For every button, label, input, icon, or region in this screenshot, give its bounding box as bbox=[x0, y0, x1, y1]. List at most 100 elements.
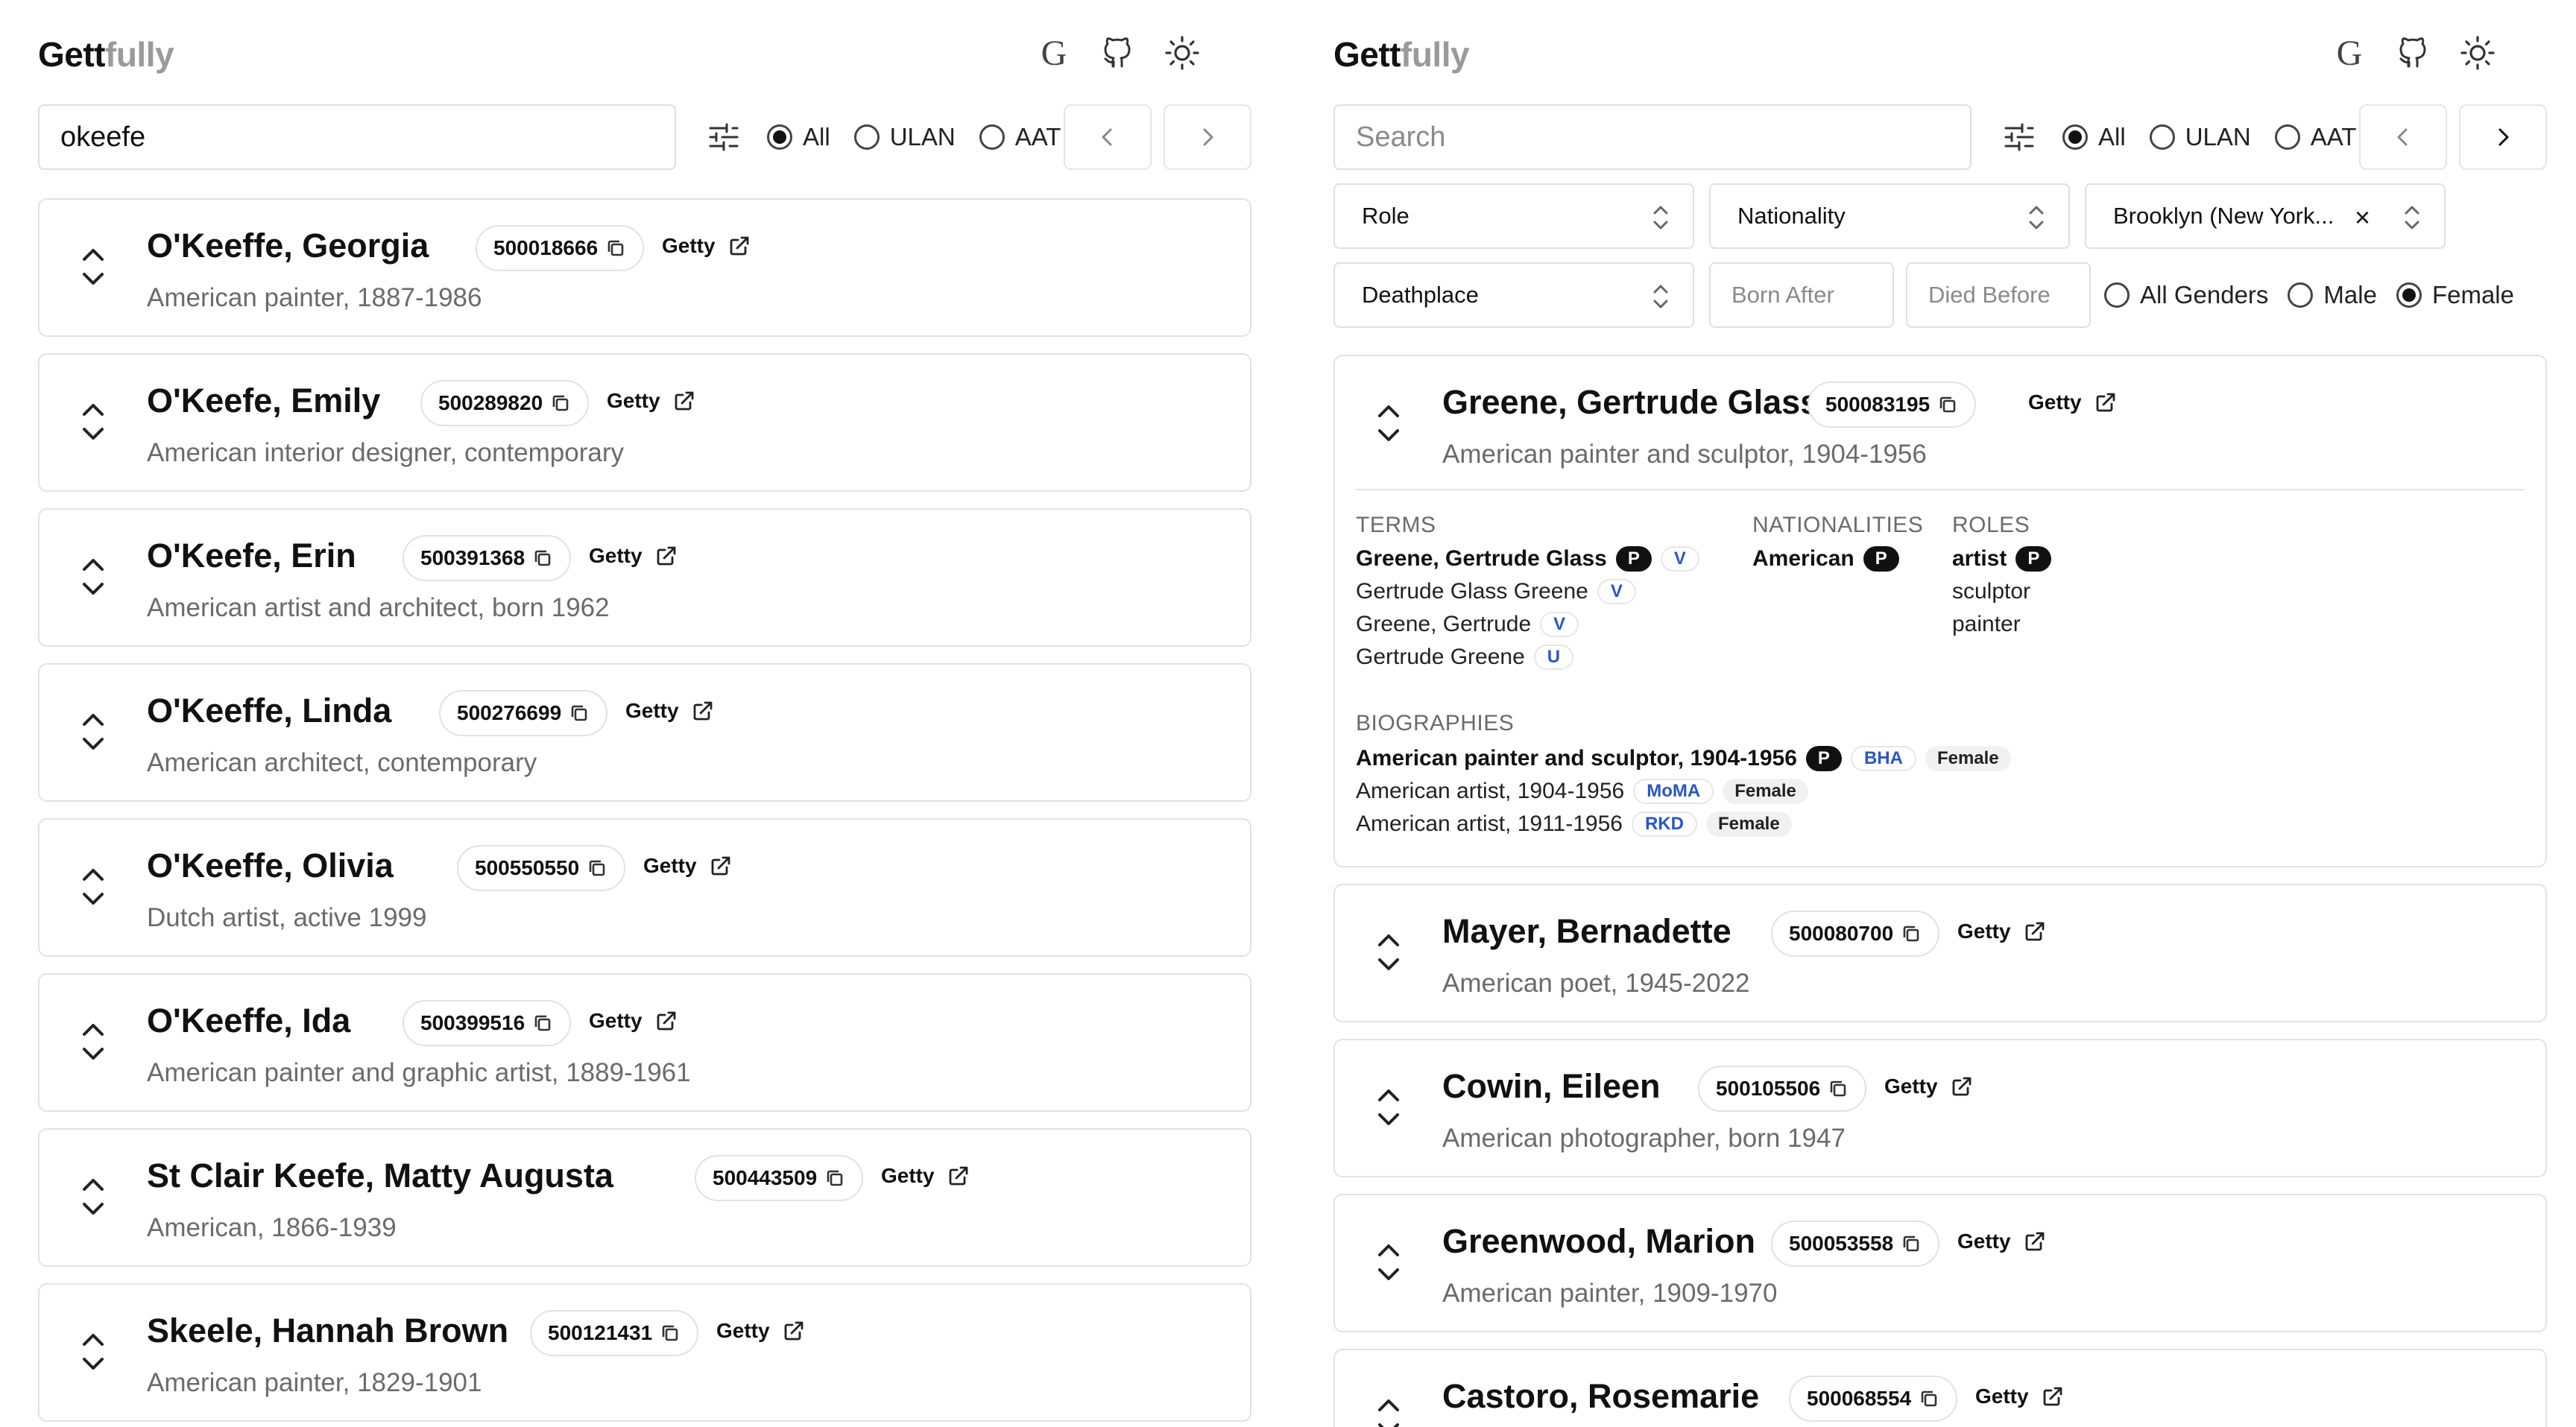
expand-icon[interactable] bbox=[1374, 928, 1404, 976]
result-card[interactable]: O'Keeffe, Georgia 500018666 Getty American … bbox=[38, 198, 1251, 337]
expand-icon[interactable] bbox=[78, 398, 108, 446]
radio-aat[interactable]: AAT bbox=[979, 123, 1061, 151]
result-name: Cowin, Eileen bbox=[1442, 1067, 1661, 1105]
getty-link[interactable]: Getty bbox=[1957, 1230, 2047, 1253]
id-chip[interactable]: 500018666 bbox=[476, 225, 645, 271]
result-card[interactable]: St Clair Keefe, Matty Augusta 500443509 Ge… bbox=[38, 1128, 1251, 1267]
result-name: Greenwood, Marion bbox=[1442, 1222, 1756, 1260]
birthplace-select[interactable]: Brooklyn (New York... × bbox=[2085, 183, 2446, 249]
github-icon[interactable] bbox=[2389, 28, 2438, 77]
id-chip[interactable]: 500121431 bbox=[530, 1310, 699, 1356]
external-link-icon bbox=[693, 701, 712, 721]
result-card[interactable]: Greenwood, Marion 500053558 Getty American … bbox=[1333, 1194, 2547, 1332]
expand-icon[interactable] bbox=[78, 243, 108, 291]
deathplace-select[interactable]: Deathplace bbox=[1333, 262, 1694, 328]
theme-toggle-icon[interactable] bbox=[2453, 28, 2502, 77]
radio-aat[interactable]: AAT bbox=[2274, 123, 2356, 151]
nationality-select[interactable]: Nationality bbox=[1709, 183, 2070, 249]
clear-birthplace-icon[interactable]: × bbox=[2355, 204, 2375, 231]
brand-logo[interactable]: Gettfully bbox=[38, 34, 174, 75]
copy-icon bbox=[1830, 1080, 1846, 1097]
getty-link[interactable]: Getty bbox=[716, 1319, 806, 1343]
expand-icon[interactable] bbox=[78, 1328, 108, 1376]
getty-link[interactable]: Getty bbox=[643, 854, 733, 878]
radio-ulan[interactable]: ULAN bbox=[2149, 123, 2251, 151]
result-name: Castoro, Rosemarie bbox=[1442, 1377, 1760, 1415]
id-chip[interactable]: 500080700 bbox=[1771, 911, 1940, 957]
filter-toggle-icon[interactable] bbox=[701, 115, 746, 159]
radio-all[interactable]: All bbox=[2062, 123, 2126, 151]
expand-icon[interactable] bbox=[1374, 1393, 1404, 1427]
getty-link[interactable]: Getty bbox=[881, 1164, 970, 1188]
external-link-icon bbox=[657, 546, 675, 566]
id-chip[interactable]: 500391368 bbox=[402, 535, 572, 581]
getty-link[interactable]: Getty bbox=[662, 234, 751, 258]
result-card[interactable]: Skeele, Hannah Brown 500121431 Getty Americ… bbox=[38, 1283, 1251, 1422]
gender-radio-group: All Genders Male Female bbox=[2104, 262, 2523, 328]
getty-link[interactable]: Getty bbox=[607, 389, 696, 413]
getty-link[interactable]: Getty bbox=[1957, 920, 2047, 943]
result-card[interactable]: O'Keefe, Emily 500289820 Getty American int… bbox=[38, 353, 1251, 492]
role-select[interactable]: Role bbox=[1333, 183, 1694, 249]
getty-link[interactable]: Getty bbox=[589, 1009, 678, 1033]
expand-icon[interactable] bbox=[1374, 1238, 1404, 1286]
prev-page-button[interactable] bbox=[1064, 104, 1152, 170]
filter-toggle-icon[interactable] bbox=[1997, 115, 2042, 159]
github-icon[interactable] bbox=[1093, 28, 1143, 77]
expand-icon[interactable] bbox=[78, 1173, 108, 1221]
getty-link[interactable]: Getty bbox=[1975, 1385, 2065, 1408]
copy-icon bbox=[1903, 926, 1919, 942]
radio-all-genders[interactable]: All Genders bbox=[2104, 281, 2268, 309]
search-input[interactable]: okeefe bbox=[38, 104, 676, 170]
google-icon[interactable]: G bbox=[1029, 28, 1079, 77]
getty-link[interactable]: Getty bbox=[1884, 1075, 1974, 1098]
right-panel: Gettfully G Search All ULAN AAT Role Nat… bbox=[1333, 0, 2556, 1427]
id-chip[interactable]: 500083195 bbox=[1808, 382, 1977, 428]
id-chip[interactable]: 500105506 bbox=[1698, 1066, 1867, 1112]
id-chip[interactable]: 500276699 bbox=[439, 690, 608, 736]
term-row: Gertrude Greene U bbox=[1356, 642, 1574, 672]
external-link-icon bbox=[949, 1166, 967, 1186]
id-chip[interactable]: 500443509 bbox=[695, 1155, 864, 1201]
radio-ulan[interactable]: ULAN bbox=[853, 123, 956, 151]
radio-all[interactable]: All bbox=[767, 123, 830, 151]
search-input[interactable]: Search bbox=[1333, 104, 1972, 170]
result-card[interactable]: Castoro, Rosemarie 500068554 Getty bbox=[1333, 1349, 2547, 1427]
role-row: artist P bbox=[1952, 544, 2052, 574]
id-chip[interactable]: 500053558 bbox=[1771, 1221, 1940, 1267]
prev-page-button[interactable] bbox=[2359, 104, 2447, 170]
roles-heading: ROLES bbox=[1952, 513, 2030, 537]
expand-icon[interactable] bbox=[1374, 1083, 1404, 1131]
result-card[interactable]: O'Keefe, Erin 500391368 Getty American arti… bbox=[38, 508, 1251, 647]
result-card[interactable]: Mayer, Bernadette 500080700 Getty American … bbox=[1333, 884, 2547, 1022]
copy-icon bbox=[1939, 396, 1956, 413]
theme-toggle-icon[interactable] bbox=[1158, 28, 1207, 77]
term-row: Greene, Gertrude V bbox=[1356, 610, 1579, 639]
born-after-input[interactable]: Born After bbox=[1709, 262, 1894, 328]
getty-link[interactable]: Getty bbox=[589, 544, 678, 568]
brand-logo[interactable]: Gettfully bbox=[1333, 34, 1470, 75]
getty-link[interactable]: Getty bbox=[2028, 390, 2118, 414]
result-card[interactable]: O'Keeffe, Ida 500399516 Getty American pain… bbox=[38, 973, 1251, 1112]
google-icon[interactable]: G bbox=[2325, 28, 2374, 77]
died-before-input[interactable]: Died Before bbox=[1906, 262, 2091, 328]
expand-icon[interactable] bbox=[78, 553, 108, 601]
expand-icon[interactable] bbox=[78, 1018, 108, 1066]
radio-male[interactable]: Male bbox=[2288, 281, 2377, 309]
result-card[interactable]: Cowin, Eileen 500105506 Getty American phot… bbox=[1333, 1039, 2547, 1177]
id-chip[interactable]: 500068554 bbox=[1789, 1376, 1958, 1422]
result-name: O'Keeffe, Olivia bbox=[147, 847, 394, 885]
id-chip[interactable]: 500289820 bbox=[420, 380, 590, 426]
next-page-button[interactable] bbox=[2459, 104, 2547, 170]
result-card[interactable]: O'Keeffe, Olivia 500550550 Getty Dutch arti… bbox=[38, 818, 1251, 957]
radio-female[interactable]: Female bbox=[2396, 281, 2514, 309]
expand-icon[interactable] bbox=[78, 708, 108, 756]
vocab-radio-group: All ULAN AAT bbox=[767, 104, 1070, 170]
result-card[interactable]: O'Keeffe, Linda 500276699 Getty American ar… bbox=[38, 663, 1251, 802]
id-chip[interactable]: 500550550 bbox=[457, 845, 626, 891]
next-page-button[interactable] bbox=[1164, 104, 1251, 170]
getty-link[interactable]: Getty bbox=[625, 699, 715, 723]
collapse-icon[interactable] bbox=[1374, 399, 1404, 447]
id-chip[interactable]: 500399516 bbox=[402, 1000, 572, 1046]
expand-icon[interactable] bbox=[78, 863, 108, 911]
